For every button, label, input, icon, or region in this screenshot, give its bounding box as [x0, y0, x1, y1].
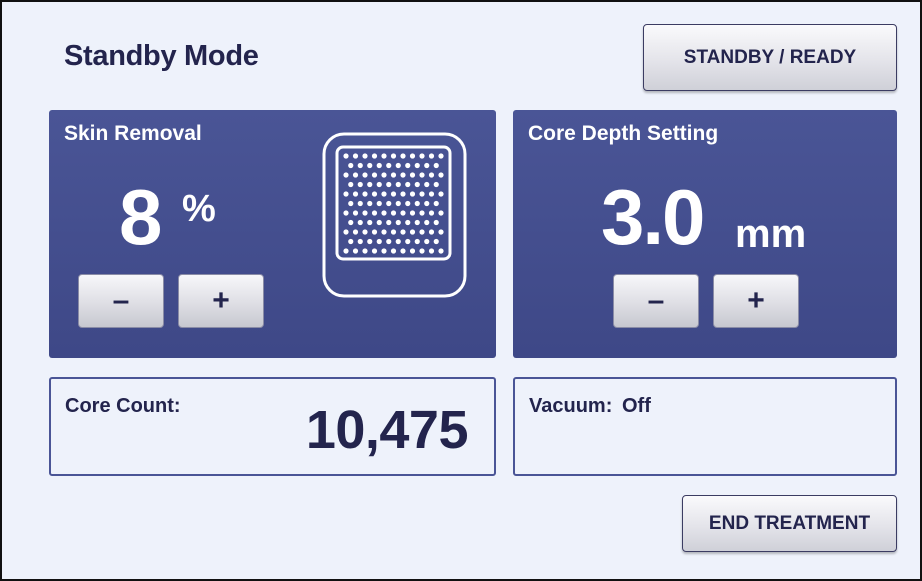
page-title: Standby Mode: [64, 40, 259, 72]
core-depth-unit: mm: [735, 212, 807, 256]
core-count-label: Core Count:: [65, 395, 181, 417]
core-depth-increase-button[interactable]: +: [713, 274, 799, 328]
skin-removal-label: Skin Removal: [64, 122, 202, 145]
core-count-value: 10,475: [305, 400, 469, 460]
core-depth-value: 3.0: [601, 173, 705, 261]
skin-removal-value: 8: [119, 173, 162, 261]
skin-removal-unit: %: [182, 188, 216, 230]
skin-removal-decrease-button[interactable]: –: [78, 274, 164, 328]
skin-removal-increase-button[interactable]: +: [178, 274, 264, 328]
vacuum-status: Off: [622, 395, 651, 417]
core-depth-label: Core Depth Setting: [528, 122, 719, 145]
device-screen: Standby Mode STANDBY / READY Skin Remova…: [0, 0, 922, 581]
tip-grid-icon: [322, 132, 467, 298]
core-depth-panel: Core Depth Setting 3.0 mm – +: [513, 110, 897, 358]
core-depth-decrease-button[interactable]: –: [613, 274, 699, 328]
skin-removal-panel: Skin Removal 8 % – +: [49, 110, 496, 358]
vacuum-box: Vacuum: Off: [513, 377, 897, 476]
core-count-box: Core Count: 10,475: [49, 377, 496, 476]
vacuum-label: Vacuum:: [529, 395, 613, 417]
standby-ready-button[interactable]: STANDBY / READY: [643, 24, 897, 91]
end-treatment-button[interactable]: END TREATMENT: [682, 495, 897, 552]
